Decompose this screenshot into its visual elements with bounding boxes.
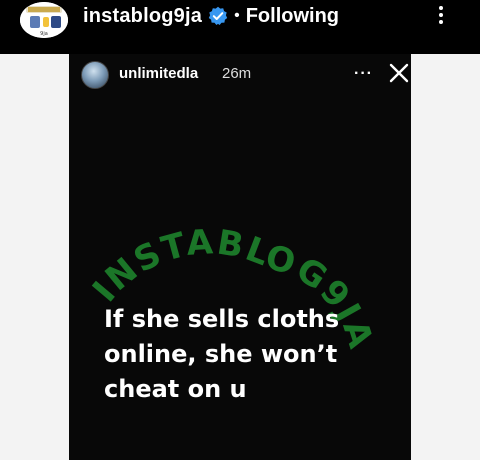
story-avatar[interactable] bbox=[81, 61, 109, 89]
post-username[interactable]: instablog9ja bbox=[83, 5, 202, 28]
post-header: 9ja instablog9ja • Following bbox=[0, 0, 480, 54]
story-timestamp: 26m bbox=[222, 65, 252, 82]
close-icon[interactable] bbox=[389, 63, 409, 83]
profile-avatar[interactable]: 9ja bbox=[20, 2, 68, 38]
story-more-options-icon[interactable]: ··· bbox=[354, 65, 373, 83]
following-button[interactable]: Following bbox=[246, 5, 339, 28]
story-username[interactable]: unlimitedla bbox=[119, 65, 198, 82]
story-view: unlimitedla 26m ··· INSTABLOG9JA If she … bbox=[69, 54, 411, 460]
svg-text:9ja: 9ja bbox=[40, 31, 48, 37]
instablog9ja-logo-icon: 9ja bbox=[20, 2, 68, 38]
verified-badge-icon bbox=[208, 6, 228, 26]
story-caption: If she sells cloths online, she won’t ch… bbox=[104, 302, 404, 407]
more-options-icon[interactable] bbox=[436, 4, 446, 26]
separator-dot: • bbox=[234, 7, 240, 24]
caption-line: If she sells cloths bbox=[104, 305, 340, 333]
caption-line: online, she won’t bbox=[104, 340, 338, 368]
caption-line: cheat on u bbox=[104, 375, 247, 403]
username-row: instablog9ja • Following bbox=[83, 4, 339, 28]
